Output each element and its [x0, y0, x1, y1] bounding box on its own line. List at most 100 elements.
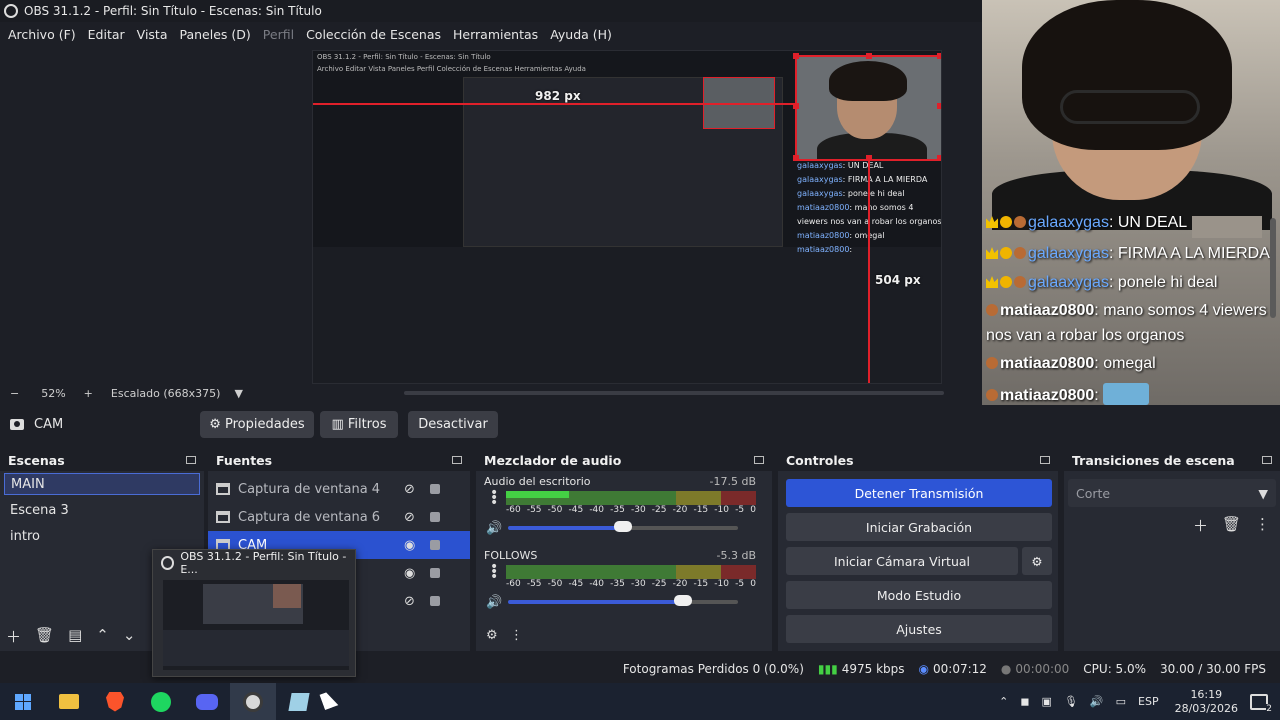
spotify-button[interactable] — [138, 683, 184, 720]
taskbar-thumbnail-preview[interactable]: OBS 31.1.2 - Perfil: Sin Título - E... — [152, 549, 356, 677]
meter-tick-label: -10 — [714, 579, 729, 589]
undock-icon[interactable] — [1040, 456, 1050, 464]
virtual-camera-button[interactable]: Iniciar Cámara Virtual — [786, 547, 1018, 575]
cam-source-selected[interactable] — [795, 55, 941, 161]
meter-tick-label: -30 — [630, 505, 646, 515]
start-recording-button[interactable]: Iniciar Grabación — [786, 513, 1052, 541]
resize-handle-tl[interactable] — [793, 53, 799, 59]
channel-menu-icon[interactable]: • • • — [490, 486, 498, 510]
trash-icon[interactable]: 🗑 — [1222, 515, 1241, 536]
discord-button[interactable] — [184, 683, 230, 720]
nested-docks — [313, 247, 941, 383]
app-tray-icon[interactable]: ▣ — [1042, 695, 1052, 708]
filters-icon[interactable]: ▤ — [68, 626, 82, 647]
menu-archivo[interactable]: Archivo (F) — [2, 27, 82, 42]
eye-hidden-icon[interactable]: ⊘ — [404, 482, 415, 497]
lock-icon[interactable] — [430, 540, 440, 550]
volume-knob[interactable] — [673, 595, 692, 606]
move-down-icon[interactable]: ⌄ — [123, 626, 136, 647]
menu-ayuda[interactable]: Ayuda (H) — [544, 27, 618, 42]
move-up-icon[interactable]: ⌃ — [96, 626, 109, 647]
volume-slider-rest[interactable] — [623, 526, 738, 530]
properties-button[interactable]: ⚙ Propiedades — [200, 410, 314, 438]
eye-hidden-icon[interactable]: ⊘ — [404, 510, 415, 525]
transition-select[interactable]: Corte ▼ — [1068, 479, 1276, 507]
volume-slider[interactable] — [508, 526, 623, 530]
lock-icon[interactable] — [430, 596, 440, 606]
window-title: OBS 31.1.2 - Perfil: Sin Título - Escena… — [24, 4, 322, 18]
resize-handle-tr[interactable] — [937, 53, 941, 59]
controls-title: Controles — [786, 452, 854, 468]
menu-vista[interactable]: Vista — [131, 27, 174, 42]
cookie-badge-icon — [1014, 276, 1026, 288]
language-indicator[interactable]: ESP — [1138, 695, 1159, 708]
lock-icon[interactable] — [430, 484, 440, 494]
preview-scrollbar[interactable] — [404, 391, 944, 395]
discord-tray-icon[interactable]: ◼ — [1020, 695, 1029, 708]
obs-button[interactable] — [230, 683, 276, 720]
microphone-icon[interactable]: 🎙 — [1064, 695, 1078, 708]
source-item[interactable]: Captura de ventana 4 ⊘ — [208, 475, 470, 503]
lock-icon[interactable] — [430, 512, 440, 522]
undock-icon[interactable] — [1262, 456, 1272, 464]
thumbnail-image — [163, 580, 349, 670]
resize-handle-l[interactable] — [793, 103, 799, 109]
studio-mode-button[interactable]: Modo Estudio — [786, 581, 1052, 609]
mixer-settings-icon[interactable]: ⚙ ⋮ — [486, 628, 523, 643]
resize-handle-t[interactable] — [866, 53, 872, 59]
scene-item-main[interactable]: MAIN — [4, 473, 200, 495]
app-button[interactable] — [276, 683, 322, 720]
volume-knob[interactable] — [614, 521, 632, 532]
channel-menu-icon[interactable]: • • • — [490, 560, 498, 584]
stream-icon: ◉ — [918, 662, 929, 676]
eye-hidden-icon[interactable]: ⊘ — [404, 594, 415, 609]
settings-button[interactable]: Ajustes — [786, 615, 1052, 643]
menu-herramientas[interactable]: Herramientas — [447, 27, 544, 42]
eye-icon[interactable]: ◉ — [404, 566, 415, 581]
preview-area[interactable]: OBS 31.1.2 - Perfil: Sin Título - Escena… — [0, 46, 982, 384]
zoom-in-button[interactable]: + — [84, 387, 93, 400]
menu-editar[interactable]: Editar — [82, 27, 131, 42]
meter-tick-label: -50 — [547, 579, 563, 589]
menu-coleccion-escenas[interactable]: Colección de Escenas — [300, 27, 447, 42]
undock-icon[interactable] — [754, 456, 764, 464]
undock-icon[interactable] — [452, 456, 462, 464]
source-item[interactable]: Captura de ventana 6 ⊘ — [208, 503, 470, 531]
speaker-icon[interactable]: 🔊 — [486, 595, 502, 610]
webcam-person-glasses — [1060, 90, 1200, 124]
network-icon[interactable]: ▭ — [1116, 695, 1126, 708]
speaker-icon[interactable]: 🔊 — [486, 521, 502, 536]
scene-item-escena-3[interactable]: Escena 3 — [0, 497, 204, 523]
fps: 30.00 / 30.00 FPS — [1160, 662, 1266, 676]
lock-icon[interactable] — [430, 568, 440, 578]
add-icon[interactable]: ＋ — [6, 626, 21, 647]
zoom-out-button[interactable]: − — [10, 387, 19, 400]
clock[interactable]: 16:19 28/03/2026 — [1175, 688, 1238, 716]
add-transition-icon[interactable]: ＋ — [1193, 515, 1208, 536]
trash-icon[interactable]: 🗑 — [35, 626, 54, 647]
scene-item-intro[interactable]: intro — [0, 523, 204, 549]
virtual-camera-settings-gear-icon[interactable]: ⚙ — [1022, 547, 1052, 575]
undock-icon[interactable] — [186, 456, 196, 464]
chat-cam-thumbnail — [1192, 216, 1262, 238]
more-options-icon[interactable]: ⋮ — [1255, 515, 1270, 536]
file-explorer-button[interactable] — [46, 683, 92, 720]
resize-handle-r[interactable] — [937, 103, 941, 109]
eye-icon[interactable]: ◉ — [404, 538, 415, 553]
menu-perfil[interactable]: Perfil — [257, 27, 300, 42]
stop-stream-button[interactable]: Detener Transmisión — [786, 479, 1052, 507]
start-button[interactable] — [0, 683, 46, 720]
scaling-dropdown-icon[interactable]: ▼ — [234, 387, 242, 400]
meter-level — [506, 491, 569, 498]
tray-overflow-icon[interactable]: ⌃ — [999, 695, 1008, 708]
menu-paneles[interactable]: Paneles (D) — [174, 27, 257, 42]
preview-canvas[interactable]: OBS 31.1.2 - Perfil: Sin Título - Escena… — [312, 50, 942, 384]
volume-slider[interactable] — [508, 600, 683, 604]
chat-scrollbar — [1270, 218, 1276, 318]
filters-button[interactable]: ▥ Filtros — [320, 410, 398, 438]
brave-button[interactable] — [92, 683, 138, 720]
controls-dock: Controles Detener Transmisión Iniciar Gr… — [778, 449, 1058, 651]
notifications-icon[interactable]: 2 — [1250, 693, 1272, 714]
deactivate-button[interactable]: Desactivar — [408, 410, 498, 438]
volume-icon[interactable]: 🔊 — [1090, 695, 1104, 708]
